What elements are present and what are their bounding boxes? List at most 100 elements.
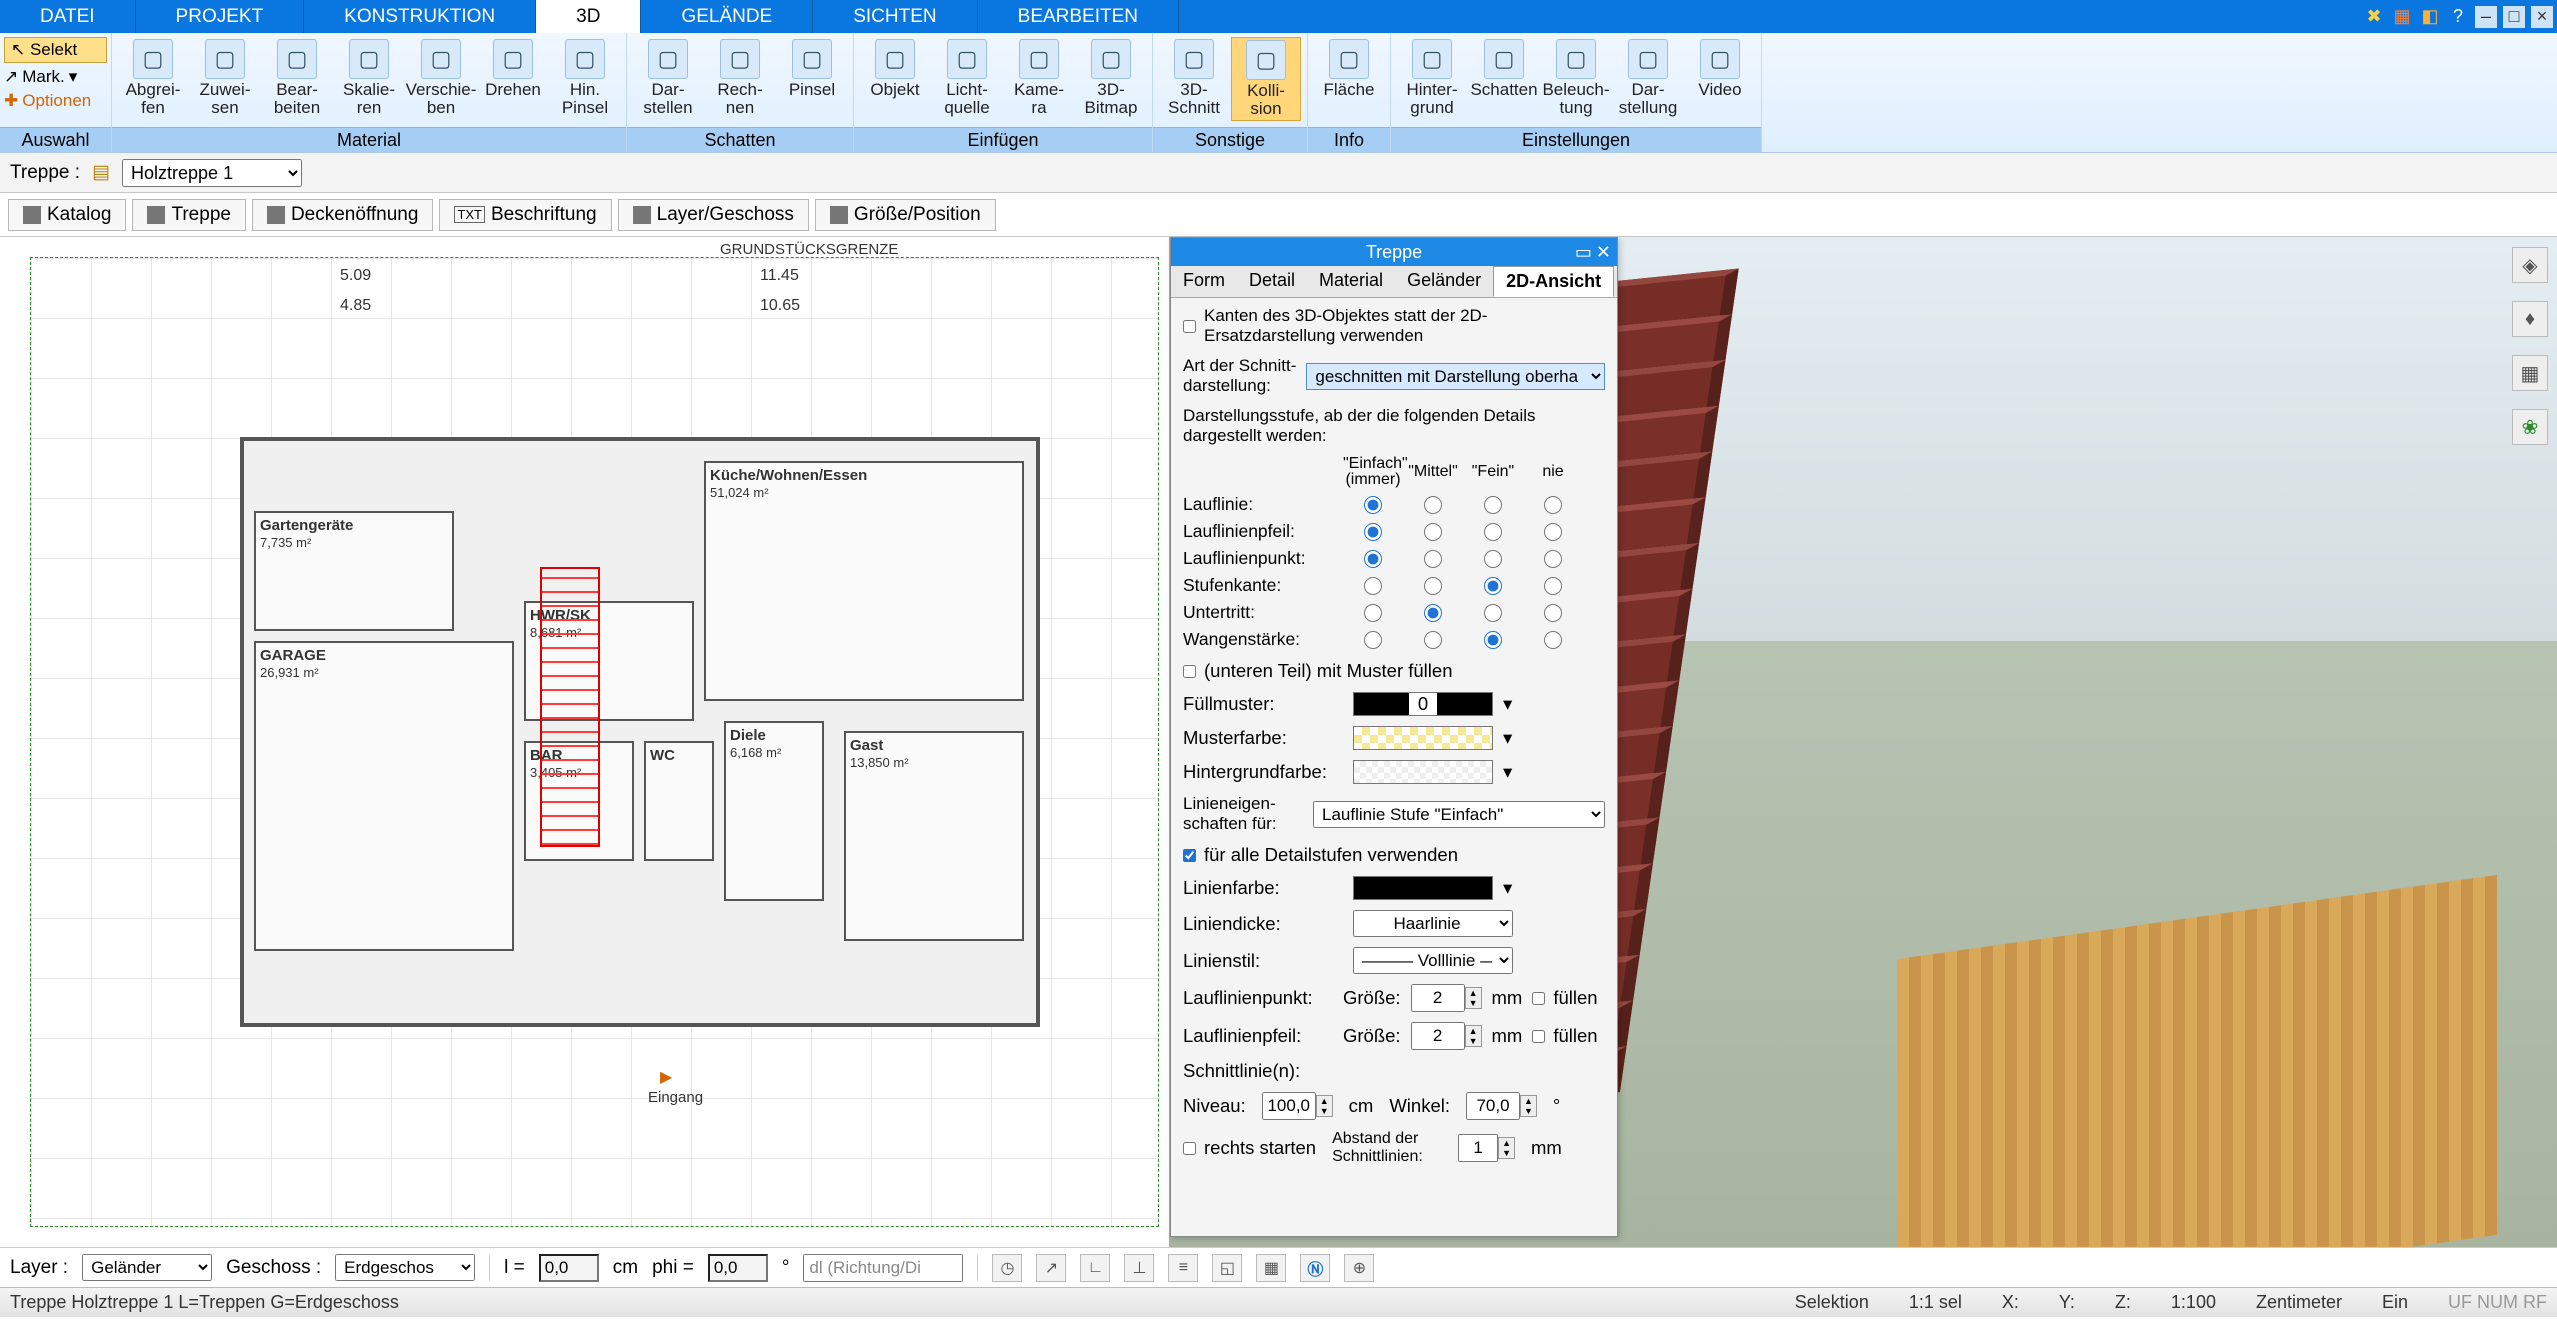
ribbon-button[interactable]: ▢Abgrei- fen — [118, 37, 188, 119]
mark-dropdown[interactable]: ↗ Mark. ▾ — [4, 67, 107, 87]
2d-plan-view[interactable]: GRUNDSTÜCKSGRENZE 5.09 11.45 4.85 10.65 … — [0, 237, 1170, 1247]
edges-checkbox[interactable]: Kanten des 3D-Objektes statt der 2D-Ersa… — [1183, 306, 1605, 346]
tool-icon[interactable]: ✖ — [2363, 6, 2385, 28]
treppe-select[interactable]: Holztreppe 1 — [122, 159, 302, 187]
fuellmuster-swatch[interactable]: 0 — [1353, 692, 1493, 716]
panel-min-icon[interactable]: ▭ — [1575, 242, 1592, 263]
treppe-button[interactable]: Treppe — [132, 199, 246, 231]
selekt-button[interactable]: ↖ Selekt — [4, 37, 107, 63]
dropdown-icon[interactable]: ▾ — [1503, 727, 1512, 749]
detail-radio[interactable] — [1484, 550, 1502, 568]
menu-bearbeiten[interactable]: BEARBEITEN — [978, 0, 1179, 33]
groesse-position-button[interactable]: Größe/Position — [815, 199, 996, 231]
close-icon[interactable]: × — [2531, 6, 2553, 28]
detail-radio[interactable] — [1424, 631, 1442, 649]
linien-select[interactable]: Lauflinie Stufe "Einfach" — [1313, 801, 1605, 828]
tab-material[interactable]: Material — [1307, 266, 1395, 297]
ribbon-button[interactable]: ▢Drehen — [478, 37, 548, 101]
ribbon-button[interactable]: ▢Fläche — [1314, 37, 1384, 101]
musterfarbe-swatch[interactable] — [1353, 726, 1493, 750]
abstand-spinner[interactable]: ▲▼ — [1458, 1134, 1515, 1162]
detail-radio[interactable] — [1484, 496, 1502, 514]
rechts-checkbox[interactable]: rechts starten — [1183, 1137, 1316, 1159]
ribbon-button[interactable]: ▢Hin. Pinsel — [550, 37, 620, 119]
restore-icon[interactable]: □ — [2503, 6, 2525, 28]
ribbon-button[interactable]: ▢Verschie- ben — [406, 37, 476, 119]
menu-konstruktion[interactable]: KONSTRUKTION — [304, 0, 536, 33]
detail-radio[interactable] — [1424, 604, 1442, 622]
linienfarbe-swatch[interactable] — [1353, 876, 1493, 900]
detail-radio[interactable] — [1424, 523, 1442, 541]
lpunkt-fuellen[interactable]: füllen — [1532, 987, 1597, 1009]
clock-icon[interactable]: ◷ — [992, 1254, 1022, 1282]
detail-radio[interactable] — [1484, 523, 1502, 541]
ribbon-button[interactable]: ▢Hinter- grund — [1397, 37, 1467, 119]
layers-icon[interactable]: ◈ — [2512, 247, 2548, 283]
dropdown-icon[interactable]: ▾ — [1503, 693, 1512, 715]
ribbon-button[interactable]: ▢Rech- nen — [705, 37, 775, 119]
linienstil-select[interactable]: ——— Volllinie ——— — [1353, 947, 1513, 974]
detail-radio[interactable] — [1424, 550, 1442, 568]
corner-icon[interactable]: ◱ — [1212, 1254, 1242, 1282]
ribbon-button[interactable]: ▢Schatten — [1469, 37, 1539, 101]
layers-icon[interactable]: ≡ — [1168, 1254, 1198, 1282]
ribbon-button[interactable]: ▢Zuwei- sen — [190, 37, 260, 119]
ribbon-button[interactable]: ▢Dar- stellen — [633, 37, 703, 119]
ribbon-button[interactable]: ▢Licht- quelle — [932, 37, 1002, 119]
window-icon[interactable]: ◧ — [2419, 6, 2441, 28]
chair-icon[interactable]: ♦ — [2512, 301, 2548, 337]
schnitt-select[interactable]: geschnitten mit Darstellung oberha — [1306, 363, 1605, 390]
detail-radio[interactable] — [1544, 631, 1562, 649]
detail-radio[interactable] — [1484, 631, 1502, 649]
detail-radio[interactable] — [1424, 577, 1442, 595]
help-icon[interactable]: ? — [2447, 6, 2469, 28]
detail-radio[interactable] — [1364, 604, 1382, 622]
palette-icon[interactable]: ▦ — [2512, 355, 2548, 391]
perp-icon[interactable]: ⊥ — [1124, 1254, 1154, 1282]
detail-radio[interactable] — [1544, 496, 1562, 514]
menu-projekt[interactable]: PROJEKT — [136, 0, 305, 33]
ribbon-button[interactable]: ▢3D- Bitmap — [1076, 37, 1146, 119]
phi-input[interactable] — [708, 1254, 768, 1282]
ribbon-button[interactable]: ▢Bear- beiten — [262, 37, 332, 119]
deckenoeffnung-button[interactable]: Deckenöffnung — [252, 199, 433, 231]
nord-icon[interactable]: Ⓝ — [1300, 1254, 1330, 1282]
beschriftung-button[interactable]: TXTBeschriftung — [439, 199, 611, 231]
ribbon-button[interactable]: ▢Pinsel — [777, 37, 847, 101]
tab-form[interactable]: Form — [1171, 266, 1237, 297]
tree-icon[interactable]: ❀ — [2512, 409, 2548, 445]
detail-radio[interactable] — [1364, 496, 1382, 514]
detail-radio[interactable] — [1424, 496, 1442, 514]
hintergrundfarbe-swatch[interactable] — [1353, 760, 1493, 784]
optionen-button[interactable]: ✚ Optionen — [4, 91, 107, 111]
detail-radio[interactable] — [1544, 577, 1562, 595]
lpunkt-spinner[interactable]: ▲▼ — [1411, 984, 1482, 1012]
ribbon-button[interactable]: ▢Dar- stellung — [1613, 37, 1683, 119]
detail-radio[interactable] — [1484, 577, 1502, 595]
menu-datei[interactable]: DATEI — [0, 0, 136, 33]
ribbon-button[interactable]: ▢3D- Schnitt — [1159, 37, 1229, 119]
dl-input[interactable] — [803, 1254, 963, 1282]
tab-detail[interactable]: Detail — [1237, 266, 1307, 297]
winkel-spinner[interactable]: ▲▼ — [1466, 1092, 1537, 1120]
layer-select[interactable]: Geländer — [82, 1254, 212, 1281]
angle-icon[interactable]: ∟ — [1080, 1254, 1110, 1282]
katalog-button[interactable]: Katalog — [8, 199, 126, 231]
dropdown-icon[interactable]: ▾ — [1503, 761, 1512, 783]
muster-checkbox[interactable]: (unteren Teil) mit Muster füllen — [1183, 660, 1605, 682]
ribbon-button[interactable]: ▢Kolli- sion — [1231, 37, 1301, 121]
grid-icon[interactable]: ▦ — [1256, 1254, 1286, 1282]
lpfeil-fuellen[interactable]: füllen — [1532, 1025, 1597, 1047]
ribbon-button[interactable]: ▢Objekt — [860, 37, 930, 101]
geschoss-select[interactable]: Erdgeschos — [335, 1254, 475, 1281]
arrow-icon[interactable]: ↗ — [1036, 1254, 1066, 1282]
tab-gelaender[interactable]: Geländer — [1395, 266, 1493, 297]
panel-close-icon[interactable]: ✕ — [1596, 242, 1611, 263]
detail-radio[interactable] — [1364, 631, 1382, 649]
detail-radio[interactable] — [1364, 523, 1382, 541]
selected-stair[interactable] — [540, 567, 600, 847]
tab-2d-ansicht[interactable]: 2D-Ansicht — [1493, 266, 1614, 297]
detail-radio[interactable] — [1484, 604, 1502, 622]
lpfeil-spinner[interactable]: ▲▼ — [1411, 1022, 1482, 1050]
detail-radio[interactable] — [1544, 604, 1562, 622]
